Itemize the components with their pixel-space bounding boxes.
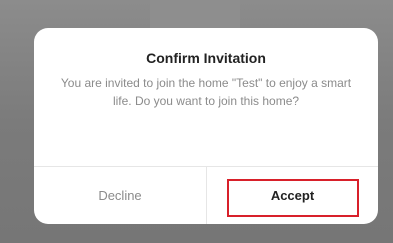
dialog-title: Confirm Invitation — [146, 50, 266, 66]
decline-button[interactable]: Decline — [34, 167, 206, 224]
accept-button[interactable]: Accept — [207, 167, 378, 224]
dialog-message: You are invited to join the home "Test" … — [60, 76, 352, 108]
confirm-invitation-dialog: Confirm Invitation You are invited to jo… — [34, 28, 378, 224]
backdrop-content — [150, 0, 240, 30]
